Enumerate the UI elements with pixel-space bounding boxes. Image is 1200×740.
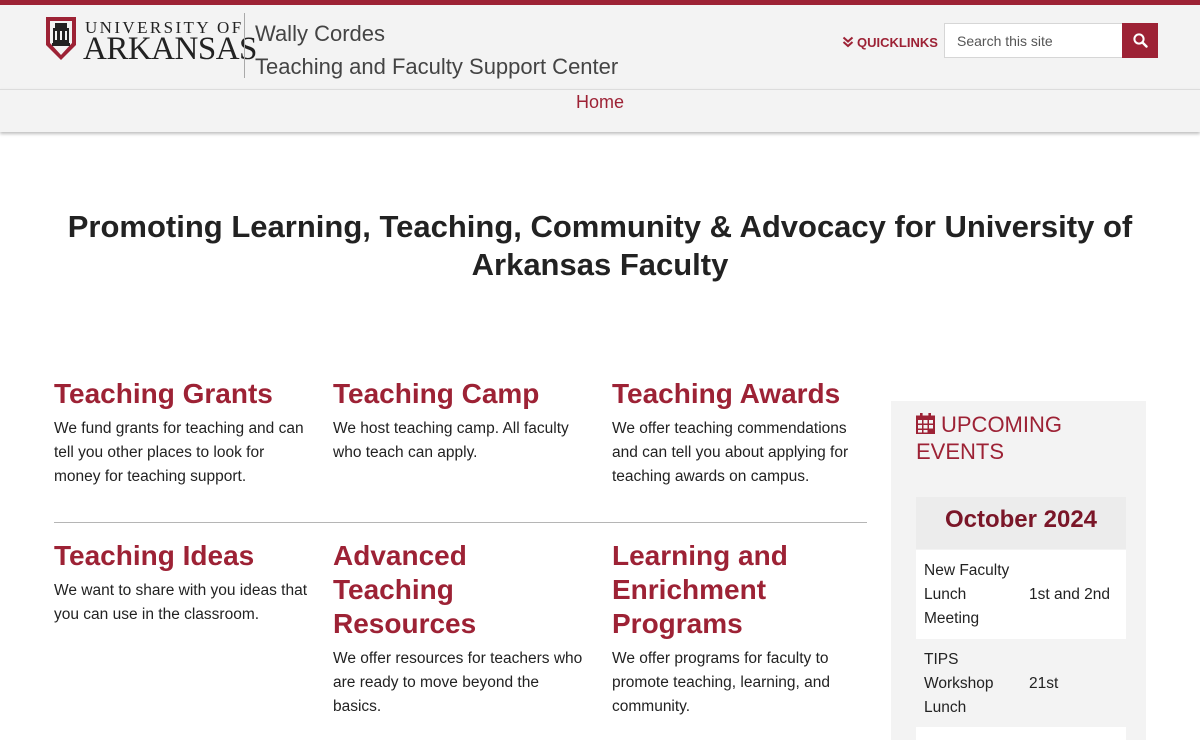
card-teaching-grants: Teaching Grants We fund grants for teach… [54, 377, 312, 489]
card-title[interactable]: Teaching Ideas [54, 539, 312, 573]
card-text: We host teaching camp. All faculty who t… [333, 420, 569, 461]
card-text: We offer resources for teachers who are … [333, 650, 583, 715]
card-title[interactable]: Teaching Awards [612, 377, 870, 411]
search-icon [1132, 33, 1148, 48]
card-title[interactable]: Advanced Teaching Resources [333, 539, 591, 641]
event-row[interactable]: TIPS Workshop Lunch 21st [916, 639, 1126, 727]
search-button[interactable] [1122, 23, 1158, 58]
card-learning-enrichment-programs: Learning and Enrichment Programs We offe… [612, 539, 870, 719]
card-teaching-ideas: Teaching Ideas We want to share with you… [54, 539, 312, 627]
event-name: TIPS Workshop Lunch [924, 651, 994, 716]
header-divider [244, 13, 245, 78]
page-title: Promoting Learning, Teaching, Community … [67, 209, 1133, 282]
events-heading-label: UPCOMING EVENTS [916, 412, 1062, 464]
search-input[interactable] [944, 23, 1122, 58]
card-title[interactable]: Learning and Enrichment Programs [612, 539, 870, 641]
card-text: We offer programs for faculty to promote… [612, 650, 831, 715]
card-text: We offer teaching commendations and can … [612, 420, 849, 485]
event-date: 21st [1029, 675, 1059, 692]
university-logo[interactable]: UNIVERSITY OF ARKANSAS [45, 15, 257, 69]
events-heading: UPCOMING EVENTS [916, 411, 1136, 465]
site-name-line2: Teaching and Faculty Support Center [255, 54, 619, 79]
quicklinks-label: QUICKLINKS [857, 34, 938, 50]
double-chevron-down-icon [842, 36, 854, 48]
logo-line-arkansas: ARKANSAS [83, 31, 257, 67]
event-row[interactable]: New Faculty Lunch Meeting 1st and 2nd [916, 550, 1126, 639]
old-main-seal-icon [46, 17, 76, 60]
site-search [944, 23, 1158, 58]
site-header: UNIVERSITY OF ARKANSAS Wally Cordes Teac… [0, 5, 1200, 89]
event-date: 1st and 2nd [1029, 586, 1111, 603]
calendar-icon [916, 413, 935, 434]
site-name[interactable]: Wally Cordes Teaching and Faculty Suppor… [255, 17, 618, 83]
upcoming-events-panel: UPCOMING EVENTS October 2024 New Faculty… [891, 401, 1146, 740]
nav-home-link[interactable]: Home [0, 92, 1200, 113]
card-teaching-awards: Teaching Awards We offer teaching commen… [612, 377, 870, 489]
card-text: We want to share with you ideas that you… [54, 582, 308, 623]
event-row-partial [916, 727, 1126, 740]
card-advanced-teaching-resources: Advanced Teaching Resources We offer res… [333, 539, 591, 719]
card-title[interactable]: Teaching Camp [333, 377, 591, 411]
quicklinks-toggle[interactable]: QUICKLINKS [842, 33, 938, 51]
events-month: October 2024 [916, 497, 1126, 549]
site-name-line1: Wally Cordes [255, 21, 385, 46]
main-nav: Home [0, 89, 1200, 132]
event-name: New Faculty Lunch Meeting [924, 562, 1010, 627]
card-text: We fund grants for teaching and can tell… [54, 420, 304, 485]
card-teaching-camp: Teaching Camp We host teaching camp. All… [333, 377, 591, 465]
card-title[interactable]: Teaching Grants [54, 377, 312, 411]
section-divider [54, 522, 867, 523]
